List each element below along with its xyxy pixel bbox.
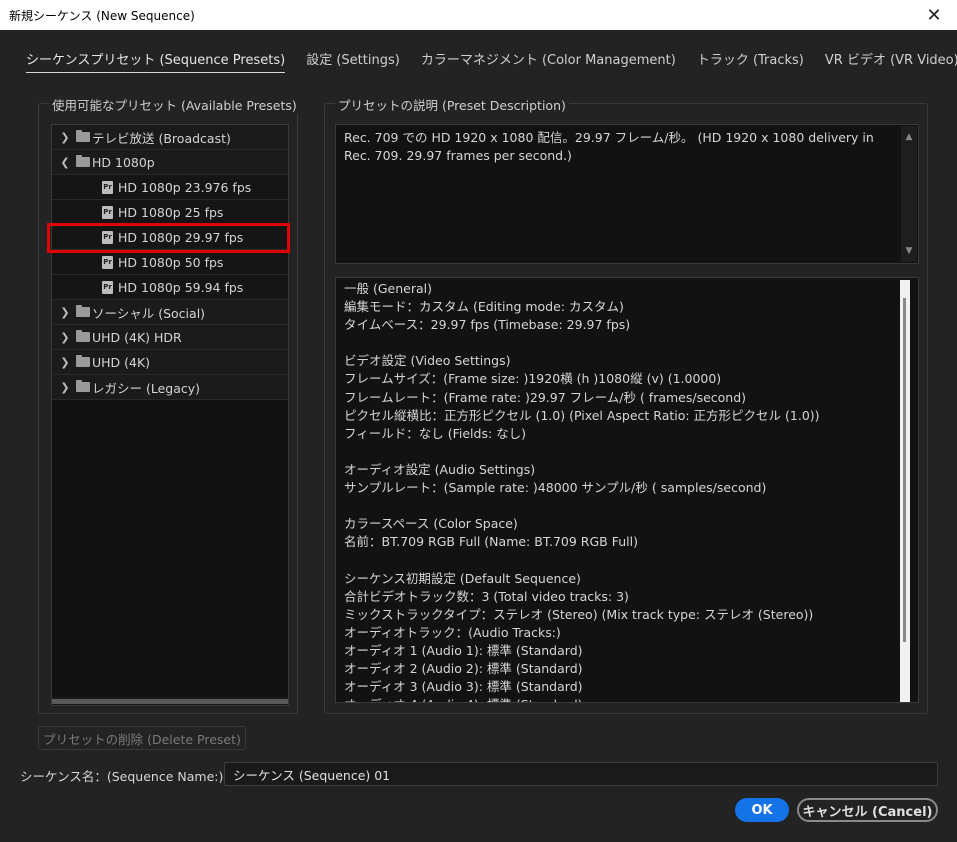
premiere-preset-icon: Pr	[102, 180, 113, 194]
scrollbar-thumb[interactable]	[52, 699, 288, 704]
tab-tracks[interactable]: トラック (Tracks)	[697, 49, 804, 73]
chevron-right-icon[interactable]: ❯	[54, 356, 76, 369]
detail-line	[344, 334, 894, 352]
detail-line	[344, 551, 894, 569]
detail-line: フレームレート：(Frame rate: )29.97 フレーム/秒 ( fra…	[344, 389, 747, 405]
tab-bar: シーケンスプリセット (Sequence Presets) 設定 (Settin…	[26, 49, 957, 73]
cancel-button[interactable]: キャンセル (Cancel)	[797, 798, 938, 822]
tree-preset-hd-1080p-25[interactable]: Pr HD 1080p 25 fps	[52, 200, 288, 225]
description-scrollbar[interactable]: ▲ ▼	[901, 126, 917, 262]
detail-line: フィールド：なし (Fields: なし)	[344, 425, 527, 441]
tree-item-label: HD 1080p 29.97 fps	[118, 229, 244, 245]
detail-line	[344, 497, 894, 515]
detail-line: オーディオ 4 (Audio 4): 標準 (Standard)	[344, 696, 894, 702]
ok-button[interactable]: OK	[735, 798, 789, 822]
folder-icon	[76, 130, 90, 142]
folder-icon	[76, 355, 90, 367]
detail-line: 編集モード：カスタム (Editing mode: カスタム)	[344, 299, 624, 315]
scroll-down-icon[interactable]: ▼	[901, 242, 917, 260]
tree-item-label: ソーシャル (Social)	[92, 305, 206, 321]
detail-line: ピクセル縦横比：正方形ピクセル (1.0) (Pixel Aspect Rati…	[344, 407, 820, 423]
tree-folder-uhd-4k-hdr[interactable]: ❯ UHD (4K) HDR	[52, 325, 288, 350]
preset-details-panel: 一般 (General) 編集モード：カスタム (Editing mode: カ…	[335, 277, 919, 703]
detail-line: オーディオトラック：(Audio Tracks:)	[344, 624, 561, 640]
detail-line: オーディオ 2 (Audio 2): 標準 (Standard)	[344, 660, 583, 676]
description-text: Rec. 709 での HD 1920 x 1080 配信。29.97 フレーム…	[344, 130, 874, 163]
detail-line: ビデオ設定 (Video Settings)	[344, 353, 511, 369]
sequence-name-label: シーケンス名：(Sequence Name:)	[20, 769, 224, 784]
premiere-preset-icon: Pr	[102, 230, 113, 244]
detail-line: カラースペース (Color Space)	[344, 516, 518, 532]
tree-item-label: UHD (4K) HDR	[92, 329, 182, 345]
tree-horizontal-scrollbar[interactable]	[52, 697, 288, 705]
delete-preset-button[interactable]: プリセットの削除 (Delete Preset)	[38, 726, 246, 750]
preset-description-text: Rec. 709 での HD 1920 x 1080 配信。29.97 フレーム…	[335, 124, 919, 264]
tab-settings[interactable]: 設定 (Settings)	[306, 49, 400, 73]
tree-folder-uhd-4k[interactable]: ❯ UHD (4K)	[52, 350, 288, 375]
detail-line: 合計ビデオトラック数：3 (Total video tracks: 3)	[344, 588, 629, 604]
premiere-preset-icon: Pr	[102, 280, 113, 294]
detail-line: オーディオ設定 (Audio Settings)	[344, 461, 536, 477]
close-icon[interactable]: ✕	[911, 0, 957, 30]
tree-item-label: HD 1080p 25 fps	[118, 204, 224, 220]
preset-tree: ❯ テレビ放送 (Broadcast) ❮ HD 1080p Pr HD 108…	[51, 124, 289, 706]
detail-line: タイムベース：29.97 fps (Timebase: 29.97 fps)	[344, 317, 631, 333]
chevron-right-icon[interactable]: ❯	[54, 331, 76, 344]
tree-item-label: HD 1080p 50 fps	[118, 254, 224, 270]
detail-line: オーディオ 1 (Audio 1): 標準 (Standard)	[344, 642, 583, 658]
detail-line: 名前：BT.709 RGB Full (Name: BT.709 RGB Ful…	[344, 534, 638, 550]
tree-item-label: HD 1080p	[92, 154, 155, 170]
details-scrollbar[interactable]	[900, 280, 910, 702]
preset-description-label: プリセットの説明 (Preset Description)	[335, 95, 569, 114]
tab-color-management[interactable]: カラーマネジメント (Color Management)	[421, 49, 676, 73]
tree-folder-legacy[interactable]: ❯ レガシー (Legacy)	[52, 375, 288, 400]
tree-preset-hd-1080p-2997[interactable]: Pr HD 1080p 29.97 fps	[52, 225, 288, 250]
detail-line: フレームサイズ：(Frame size: )1920横 (h )1080縦 (v…	[344, 371, 722, 387]
chevron-right-icon[interactable]: ❯	[54, 381, 76, 394]
folder-icon	[76, 155, 90, 167]
chevron-down-icon[interactable]: ❮	[54, 156, 76, 169]
detail-line: サンプルレート：(Sample rate: )48000 サンプル/秒 ( sa…	[344, 480, 767, 496]
chevron-right-icon[interactable]: ❯	[54, 131, 76, 144]
detail-line: オーディオ 3 (Audio 3): 標準 (Standard)	[344, 679, 583, 695]
chevron-right-icon[interactable]: ❯	[54, 306, 76, 319]
tree-folder-social[interactable]: ❯ ソーシャル (Social)	[52, 300, 288, 325]
tree-item-label: レガシー (Legacy)	[92, 380, 201, 396]
detail-line: 一般 (General)	[344, 281, 432, 296]
tree-preset-hd-1080p-50[interactable]: Pr HD 1080p 50 fps	[52, 250, 288, 275]
detail-line: ミックストラックタイプ：ステレオ (Stereo) (Mix track typ…	[344, 606, 814, 622]
detail-line	[344, 443, 894, 461]
scroll-up-icon[interactable]: ▲	[901, 128, 917, 146]
premiere-preset-icon: Pr	[102, 255, 113, 269]
folder-icon	[76, 330, 90, 342]
tree-item-label: HD 1080p 59.94 fps	[118, 279, 244, 295]
window-title: 新規シーケンス (New Sequence)	[9, 8, 195, 23]
tree-preset-hd-1080p-5994[interactable]: Pr HD 1080p 59.94 fps	[52, 275, 288, 300]
folder-icon	[76, 305, 90, 317]
sequence-name-input[interactable]	[224, 762, 938, 786]
folder-icon	[76, 380, 90, 392]
available-presets-label: 使用可能なプリセット (Available Presets)	[49, 95, 300, 114]
tree-item-label: HD 1080p 23.976 fps	[118, 179, 252, 195]
detail-line: シーケンス初期設定 (Default Sequence)	[344, 570, 581, 586]
preset-details-lines: 一般 (General) 編集モード：カスタム (Editing mode: カ…	[344, 280, 894, 702]
preset-description-group: プリセットの説明 (Preset Description) Rec. 709 で…	[324, 95, 928, 714]
premiere-preset-icon: Pr	[102, 205, 113, 219]
tree-item-label: UHD (4K)	[92, 354, 151, 370]
tree-folder-broadcast[interactable]: ❯ テレビ放送 (Broadcast)	[52, 125, 288, 150]
tab-vr-video[interactable]: VR ビデオ (VR Video)	[825, 49, 957, 73]
tab-sequence-presets[interactable]: シーケンスプリセット (Sequence Presets)	[26, 49, 286, 73]
tree-folder-hd-1080p[interactable]: ❮ HD 1080p	[52, 150, 288, 175]
available-presets-group: 使用可能なプリセット (Available Presets) ❯ テレビ放送 (…	[38, 95, 300, 714]
tree-preset-hd-1080p-23976[interactable]: Pr HD 1080p 23.976 fps	[52, 175, 288, 200]
title-bar: 新規シーケンス (New Sequence) ✕	[0, 0, 957, 30]
tree-item-label: テレビ放送 (Broadcast)	[92, 130, 231, 146]
scrollbar-thumb[interactable]	[903, 298, 906, 642]
